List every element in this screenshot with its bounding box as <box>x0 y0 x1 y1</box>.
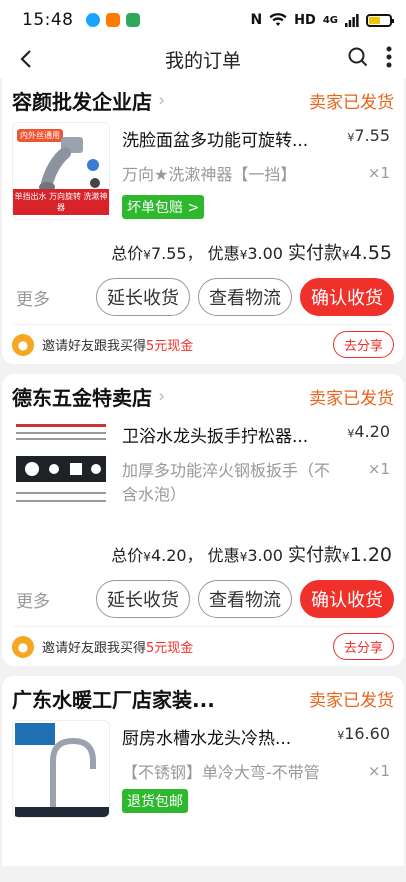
product-title[interactable]: 厨房水槽水龙头冷热... <box>122 724 337 749</box>
wrench-picture <box>16 424 106 502</box>
product-price: ¥16.60 <box>337 724 390 743</box>
order-card: 容颜批发企业店 › 卖家已发货 内外丝通用 单挡出水 万向旋转 洗漱神器 洗脸面… <box>2 78 404 364</box>
confirm-receipt-button[interactable]: 确认收货 <box>300 278 394 316</box>
order-actions: 更多 延长收货 查看物流 确认收货 <box>12 572 394 626</box>
signal-label: 4G <box>322 14 338 26</box>
battery-icon <box>366 13 394 27</box>
store-icon <box>125 13 140 27</box>
confirm-receipt-button[interactable]: 确认收货 <box>300 580 394 618</box>
status-bar: 15:48 N HD 4G <box>0 0 406 40</box>
more-button[interactable]: 更多 <box>16 285 50 310</box>
share-button[interactable]: 去分享 <box>332 633 394 660</box>
order-totals: 总价¥7.55， 优惠¥3.00 实付款¥4.55 <box>111 242 392 264</box>
wifi-icon <box>269 13 287 26</box>
order-status: 卖家已发货 <box>309 92 394 113</box>
more-vertical-icon <box>386 46 392 68</box>
red-envelope-icon: ● <box>12 635 34 658</box>
view-logistics-button[interactable]: 查看物流 <box>198 580 292 618</box>
product-price: ¥7.55 <box>347 126 390 145</box>
extend-receipt-button[interactable]: 延长收货 <box>96 278 190 316</box>
share-row: ● 邀请好友跟我买得5元现金 去分享 <box>12 626 394 666</box>
chevron-right-icon[interactable]: › <box>158 386 165 407</box>
more-button[interactable]: 更多 <box>16 587 50 612</box>
signal-icon <box>345 13 359 27</box>
shop-name[interactable]: 德东五金特卖店 <box>12 382 152 411</box>
share-row: ● 邀请好友跟我买得5元现金 去分享 <box>12 324 394 364</box>
shop-name[interactable]: 广东水暖工厂店家装... <box>12 684 215 713</box>
order-totals: 总价¥4.20， 优惠¥3.00 实付款¥1.20 <box>111 544 392 566</box>
search-icon <box>348 47 368 67</box>
product-quantity: ×1 <box>367 164 390 182</box>
search-button[interactable] <box>348 47 368 71</box>
order-item[interactable]: 厨房水槽水龙头冷热... 【不锈钢】单冷大弯-不带管 退货包邮 ¥16.60 ×… <box>12 720 394 830</box>
product-spec: 【不锈钢】单冷大弯-不带管 <box>122 763 320 782</box>
product-quantity: ×1 <box>367 460 390 478</box>
bad-order-compensation-tag[interactable]: 坏单包赔 > <box>122 195 205 219</box>
hd-label: HD <box>294 12 316 28</box>
more-options-button[interactable] <box>386 46 392 72</box>
order-status: 卖家已发货 <box>309 388 394 409</box>
order-status: 卖家已发货 <box>309 690 394 711</box>
nav-bar: 我的订单 <box>0 40 406 78</box>
product-title[interactable]: 卫浴水龙头扳手拧松器... <box>122 422 337 447</box>
chevron-right-icon[interactable]: › <box>158 90 165 111</box>
back-arrow-icon <box>20 50 31 68</box>
red-envelope-icon: ● <box>12 333 34 356</box>
product-image[interactable] <box>12 418 110 516</box>
product-spec: 万向★洗漱神器【一挡】 <box>122 165 297 184</box>
product-price: ¥4.20 <box>347 422 390 441</box>
page-title: 我的订单 <box>164 49 241 72</box>
product-title[interactable]: 洗脸面盆多功能可旋转... <box>122 126 337 151</box>
order-card: 广东水暖工厂店家装... 卖家已发货 厨房水槽水龙头冷热... 【不锈钢】单冷大… <box>2 676 404 866</box>
product-image[interactable]: 内外丝通用 单挡出水 万向旋转 洗漱神器 <box>12 122 110 220</box>
kitchen-faucet-picture <box>15 723 109 817</box>
qq-icon <box>85 13 100 27</box>
share-button[interactable]: 去分享 <box>332 331 394 358</box>
app-icon <box>105 13 120 27</box>
product-spec: 加厚多功能淬火钢板扳手（不含水泡） <box>122 461 331 504</box>
view-logistics-button[interactable]: 查看物流 <box>198 278 292 316</box>
order-card: 德东五金特卖店 › 卖家已发货 卫浴水龙头扳手拧松器... 加厚多功能淬火钢板扳… <box>2 374 404 666</box>
order-item[interactable]: 卫浴水龙头扳手拧松器... 加厚多功能淬火钢板扳手（不含水泡） ¥4.20 ×1 <box>12 418 394 534</box>
order-item[interactable]: 内外丝通用 单挡出水 万向旋转 洗漱神器 洗脸面盆多功能可旋转... 万向★洗漱… <box>12 122 394 232</box>
status-time: 15:48 <box>22 10 74 30</box>
free-return-tag[interactable]: 退货包邮 <box>122 789 188 813</box>
order-list: 容颜批发企业店 › 卖家已发货 内外丝通用 单挡出水 万向旋转 洗漱神器 洗脸面… <box>0 78 406 866</box>
order-actions: 更多 延长收货 查看物流 确认收货 <box>12 270 394 324</box>
product-image[interactable] <box>12 720 110 818</box>
shop-name[interactable]: 容颜批发企业店 <box>12 86 152 115</box>
extend-receipt-button[interactable]: 延长收货 <box>96 580 190 618</box>
nfc-icon: N <box>250 12 263 28</box>
product-quantity: ×1 <box>367 762 390 780</box>
back-button[interactable] <box>14 47 38 71</box>
